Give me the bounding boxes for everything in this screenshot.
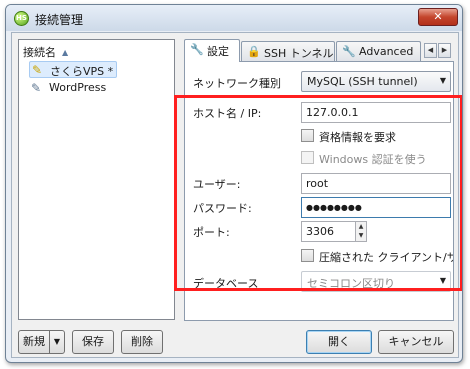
app-icon: HS — [14, 11, 29, 26]
host-label: ホスト名 / IP: — [193, 107, 262, 120]
tab-ssh-tunnel[interactable]: 🔒 SSH トンネル — [241, 41, 335, 61]
chevron-up-icon[interactable]: ▲ — [356, 222, 366, 231]
window-title: 接続管理 — [35, 13, 84, 27]
pin-icon: ✎ — [31, 81, 42, 95]
lock-icon: 🔒 — [247, 45, 261, 58]
session-list[interactable]: 接続名 ▲ ✎ さくらVPS * ✎ WordPress — [18, 39, 175, 320]
tab-scroll-left-button[interactable]: ◀ — [424, 43, 437, 58]
tab-advanced[interactable]: 🔧 Advanced — [336, 41, 421, 61]
settings-panel: ネットワーク種別 MySQL (SSH tunnel) ▼ ホスト名 / IP:… — [184, 61, 454, 321]
checkbox-box — [301, 151, 314, 164]
compressed-protocol-checkbox[interactable]: 圧縮された クライアント/サ — [301, 248, 453, 264]
sort-ascending-icon: ▲ — [62, 48, 69, 57]
open-button[interactable]: 開く — [306, 330, 372, 354]
user-input[interactable]: root — [301, 173, 451, 194]
checkbox-box — [301, 249, 314, 262]
tab-label: 設定 — [207, 45, 229, 58]
column-header-label: 接続名 — [23, 46, 56, 59]
port-label: ポート: — [193, 226, 230, 239]
database-select[interactable]: セミコロン区切り ▼ — [301, 271, 451, 292]
network-type-value: MySQL (SSH tunnel) — [307, 75, 418, 88]
password-input[interactable]: ●●●●●●●● — [301, 197, 451, 218]
cancel-button[interactable]: キャンセル — [378, 330, 454, 354]
close-button[interactable]: ✕ — [418, 8, 458, 26]
new-dropdown-arrow-icon[interactable]: ▼ — [49, 331, 64, 353]
delete-button[interactable]: 削除 — [121, 330, 163, 354]
tab-settings[interactable]: 🔧 設定 — [184, 39, 240, 62]
checkbox-box — [301, 129, 314, 142]
database-placeholder: セミコロン区切り — [307, 277, 395, 290]
wrench-icon: 🔧 — [342, 45, 356, 58]
port-input[interactable]: 3306 — [301, 221, 356, 242]
chevron-down-icon: ▼ — [439, 276, 446, 285]
title-bar: HS 接続管理 ✕ — [6, 5, 462, 31]
tab-label: Advanced — [359, 45, 414, 58]
session-item-sakura-vps[interactable]: ✎ さくらVPS * — [29, 61, 118, 78]
session-item-label: さくらVPS * — [50, 65, 114, 78]
new-button-label: 新規 — [23, 335, 45, 348]
tab-label: SSH トンネル — [264, 47, 334, 60]
compressed-protocol-label: 圧縮された クライアント/サ — [319, 251, 453, 264]
port-stepper[interactable]: ▲ ▼ — [355, 221, 367, 242]
session-name-column-header[interactable]: 接続名 ▲ — [23, 44, 68, 60]
network-type-label: ネットワーク種別 — [193, 77, 281, 90]
dialog-body: 接続名 ▲ ✎ さくらVPS * ✎ WordPress 🔧 設定 🔒 SSH ト… — [11, 32, 459, 358]
require-credentials-label: 資格情報を要求 — [319, 131, 396, 144]
network-type-select[interactable]: MySQL (SSH tunnel) ▼ — [301, 71, 451, 92]
host-input[interactable]: 127.0.0.1 — [301, 102, 451, 123]
session-item-wordpress[interactable]: ✎ WordPress — [29, 80, 109, 97]
password-label: パスワード: — [193, 202, 252, 215]
new-button[interactable]: 新規 ▼ — [18, 330, 65, 354]
user-label: ユーザー: — [193, 178, 241, 191]
chevron-down-icon[interactable]: ▼ — [356, 231, 366, 240]
require-credentials-checkbox[interactable]: 資格情報を要求 — [301, 128, 451, 144]
windows-auth-label: Windows 認証を使う — [319, 153, 427, 166]
connection-manager-window: HS 接続管理 ✕ 接続名 ▲ ✎ さくらVPS * ✎ WordPress 🔧 … — [5, 4, 463, 363]
database-label: データベース — [193, 277, 259, 290]
windows-auth-checkbox: Windows 認証を使う — [301, 150, 451, 166]
save-button[interactable]: 保存 — [72, 330, 114, 354]
wrench-icon: 🔧 — [190, 43, 204, 56]
tab-scroll-right-button[interactable]: ▶ — [438, 43, 451, 58]
session-item-label: WordPress — [49, 81, 107, 94]
chevron-down-icon: ▼ — [439, 76, 446, 85]
settings-tab-strip: 🔧 設定 🔒 SSH トンネル 🔧 Advanced ◀ ▶ — [184, 39, 456, 62]
pin-icon: ✎ — [32, 63, 43, 77]
